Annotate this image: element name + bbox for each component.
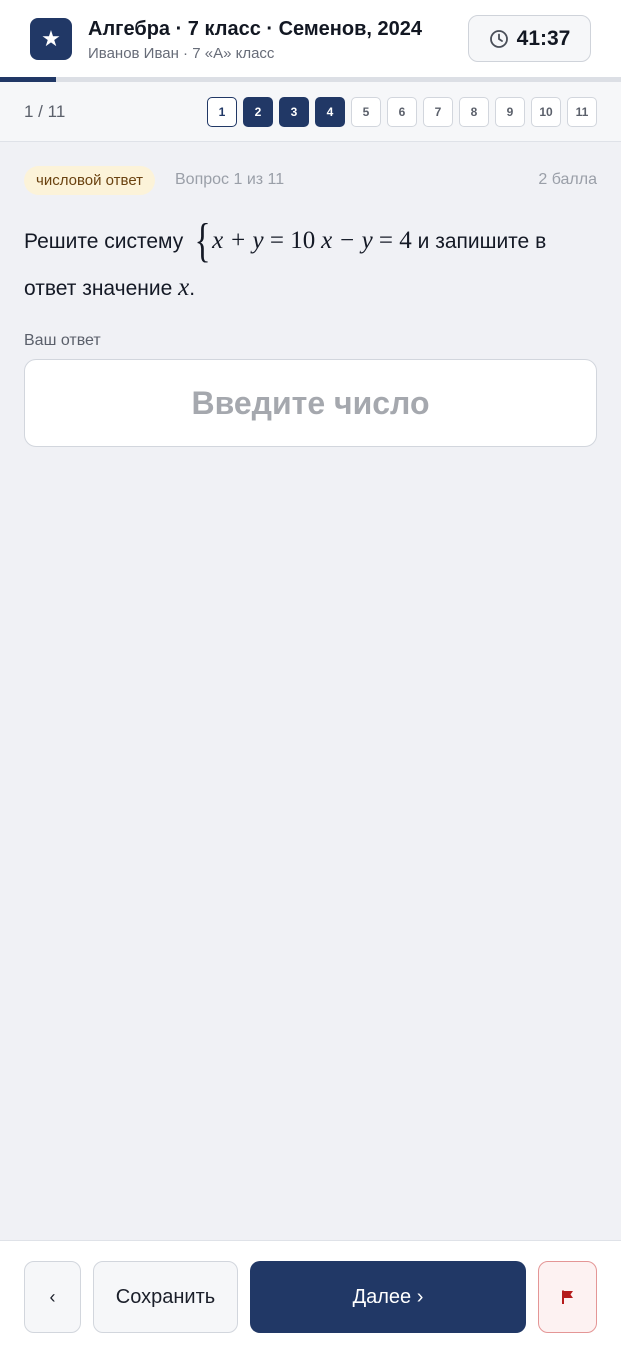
equation-1: x + y = 10 [212,227,315,254]
question-points: 2 балла [538,171,597,188]
question-counter: 1 / 11 [24,102,66,121]
question-number-list: 1 2 3 4 5 6 7 8 9 10 11 [207,97,597,127]
equation-2-lhs: x − y [321,227,373,254]
equation-1-lhs: x + y [212,227,264,254]
answer-type-badge: числовой ответ [24,166,156,195]
system-brace: { [194,214,211,267]
question-text-end: . [189,277,196,300]
question-label: Вопрос 1 из 11 [175,171,285,188]
next-button[interactable]: Далее › [250,1261,526,1333]
question-nav-button[interactable]: 9 [495,97,525,127]
question-nav-button[interactable]: 11 [567,97,597,127]
equation-1-eq: = [269,227,285,254]
question-nav-button[interactable]: 8 [459,97,489,127]
timer: 41:37 [468,15,591,62]
question-nav-button[interactable]: 5 [351,97,381,127]
app-header: ★ Алгебра · 7 класс · Семенов, 2024 Иван… [0,0,621,78]
question-nav-button[interactable]: 10 [531,97,561,127]
question-nav-button[interactable]: 1 [207,97,237,127]
question-navigation: 1 / 11 1 2 3 4 5 6 7 8 9 10 11 [0,82,621,142]
question-text-before: Решите систему [24,230,184,253]
equation-2-eq: = [378,227,394,254]
question-meta: числовой ответ Вопрос 1 из 11 2 балла [24,166,597,196]
test-title: Алгебра · 7 класс · Семенов, 2024 [88,18,423,40]
question-nav-button[interactable]: 7 [423,97,453,127]
save-button[interactable]: Сохранить [93,1261,238,1333]
question-nav-button[interactable]: 6 [387,97,417,127]
clock-icon [489,29,508,48]
flag-icon [561,1290,573,1304]
flag-button[interactable] [538,1261,597,1333]
equation-1-rhs: 10 [290,227,316,254]
previous-button[interactable]: ‹ [24,1261,81,1333]
star-logo-icon: ★ [30,18,72,60]
student-info: Иванов Иван · 7 «А» класс [88,45,275,62]
answer-input[interactable] [24,359,597,447]
equation-2-rhs: 4 [399,227,412,254]
footer-actions: ‹ Сохранить Далее › [0,1240,621,1350]
question-nav-button[interactable]: 3 [279,97,309,127]
answer-label: Ваш ответ [24,332,101,349]
timer-value: 41:37 [516,26,571,50]
question-nav-button[interactable]: 2 [243,97,273,127]
question-nav-button[interactable]: 4 [315,97,345,127]
equation-2: x − y = 4 [321,227,412,254]
question-variable: x [178,274,190,301]
question-text: Решите систему {x + y = 10 x − y = 4 и з… [24,214,599,312]
